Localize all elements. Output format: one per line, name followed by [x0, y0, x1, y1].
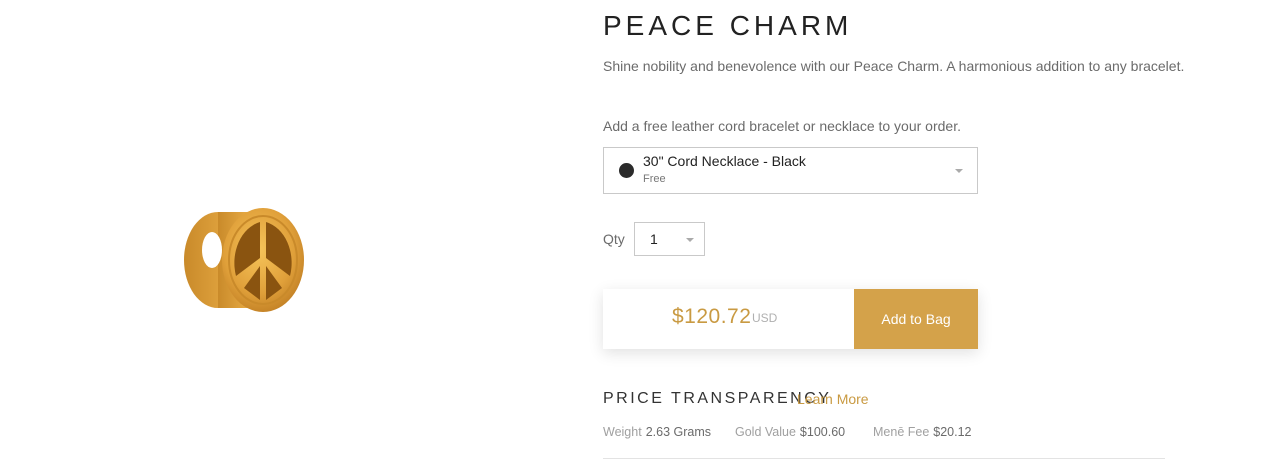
learn-more-link[interactable]: Learn More [797, 391, 869, 407]
cord-option-price: Free [643, 173, 666, 185]
color-swatch [619, 163, 634, 178]
chevron-down-icon [955, 169, 963, 173]
purchase-card: $120.72 USD Add to Bag [603, 289, 978, 349]
weight-label: Weight [603, 425, 642, 439]
price-amount: $120.72 [672, 305, 752, 328]
gold-value-label: Gold Value [735, 425, 796, 439]
qty-value: 1 [650, 231, 658, 247]
weight-value: 2.63 Grams [645, 425, 711, 439]
gold-peace-charm-icon [184, 208, 304, 312]
cord-option-name: 30" Cord Necklace - Black [643, 153, 806, 169]
chevron-down-icon [686, 238, 694, 242]
gold-value-metric: Gold Value $100.60 [735, 425, 845, 439]
price-currency: USD [752, 311, 778, 325]
section-divider [603, 458, 1165, 459]
product-title: PEACE CHARM [603, 10, 853, 41]
weight-metric: Weight 2.63 Grams [603, 425, 711, 439]
mene-fee-metric: Menē Fee $20.12 [873, 425, 972, 439]
gold-value-amount: $100.60 [799, 425, 846, 439]
addon-label: Add a free leather cord bracelet or neck… [603, 118, 961, 134]
mene-fee-label: Menē Fee [873, 425, 930, 439]
add-to-bag-button[interactable]: Add to Bag [854, 289, 978, 349]
product-description: Shine nobility and benevolence with our … [603, 58, 1185, 74]
qty-label: Qty [603, 231, 625, 247]
mene-fee-amount: $20.12 [933, 425, 972, 439]
qty-select[interactable]: 1 [634, 222, 705, 256]
cord-select-dropdown[interactable]: 30" Cord Necklace - Black Free [603, 147, 978, 194]
product-image [160, 190, 330, 330]
